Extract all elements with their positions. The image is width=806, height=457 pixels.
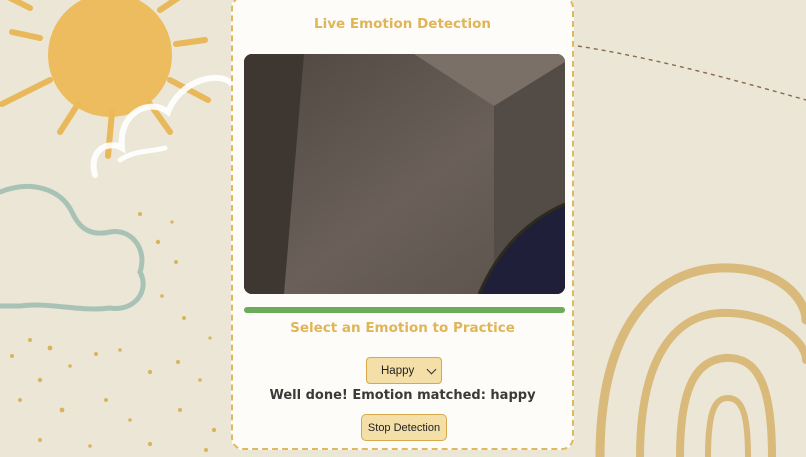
page-title: Live Emotion Detection [313, 16, 492, 32]
stop-detection-button[interactable]: Stop Detection [361, 414, 447, 441]
emotion-select[interactable]: Happy [366, 357, 442, 384]
detection-card: Live Emotion Detection Select an Emotion… [231, 0, 574, 450]
webcam-feed [244, 54, 565, 294]
progress-fill [244, 307, 565, 313]
detection-progress-bar [244, 307, 565, 313]
chevron-down-icon [426, 364, 437, 375]
status-message: Well done! Emotion matched: happy [269, 388, 536, 403]
emotion-select-value: Happy [381, 364, 415, 377]
practice-heading: Select an Emotion to Practice [290, 320, 515, 336]
